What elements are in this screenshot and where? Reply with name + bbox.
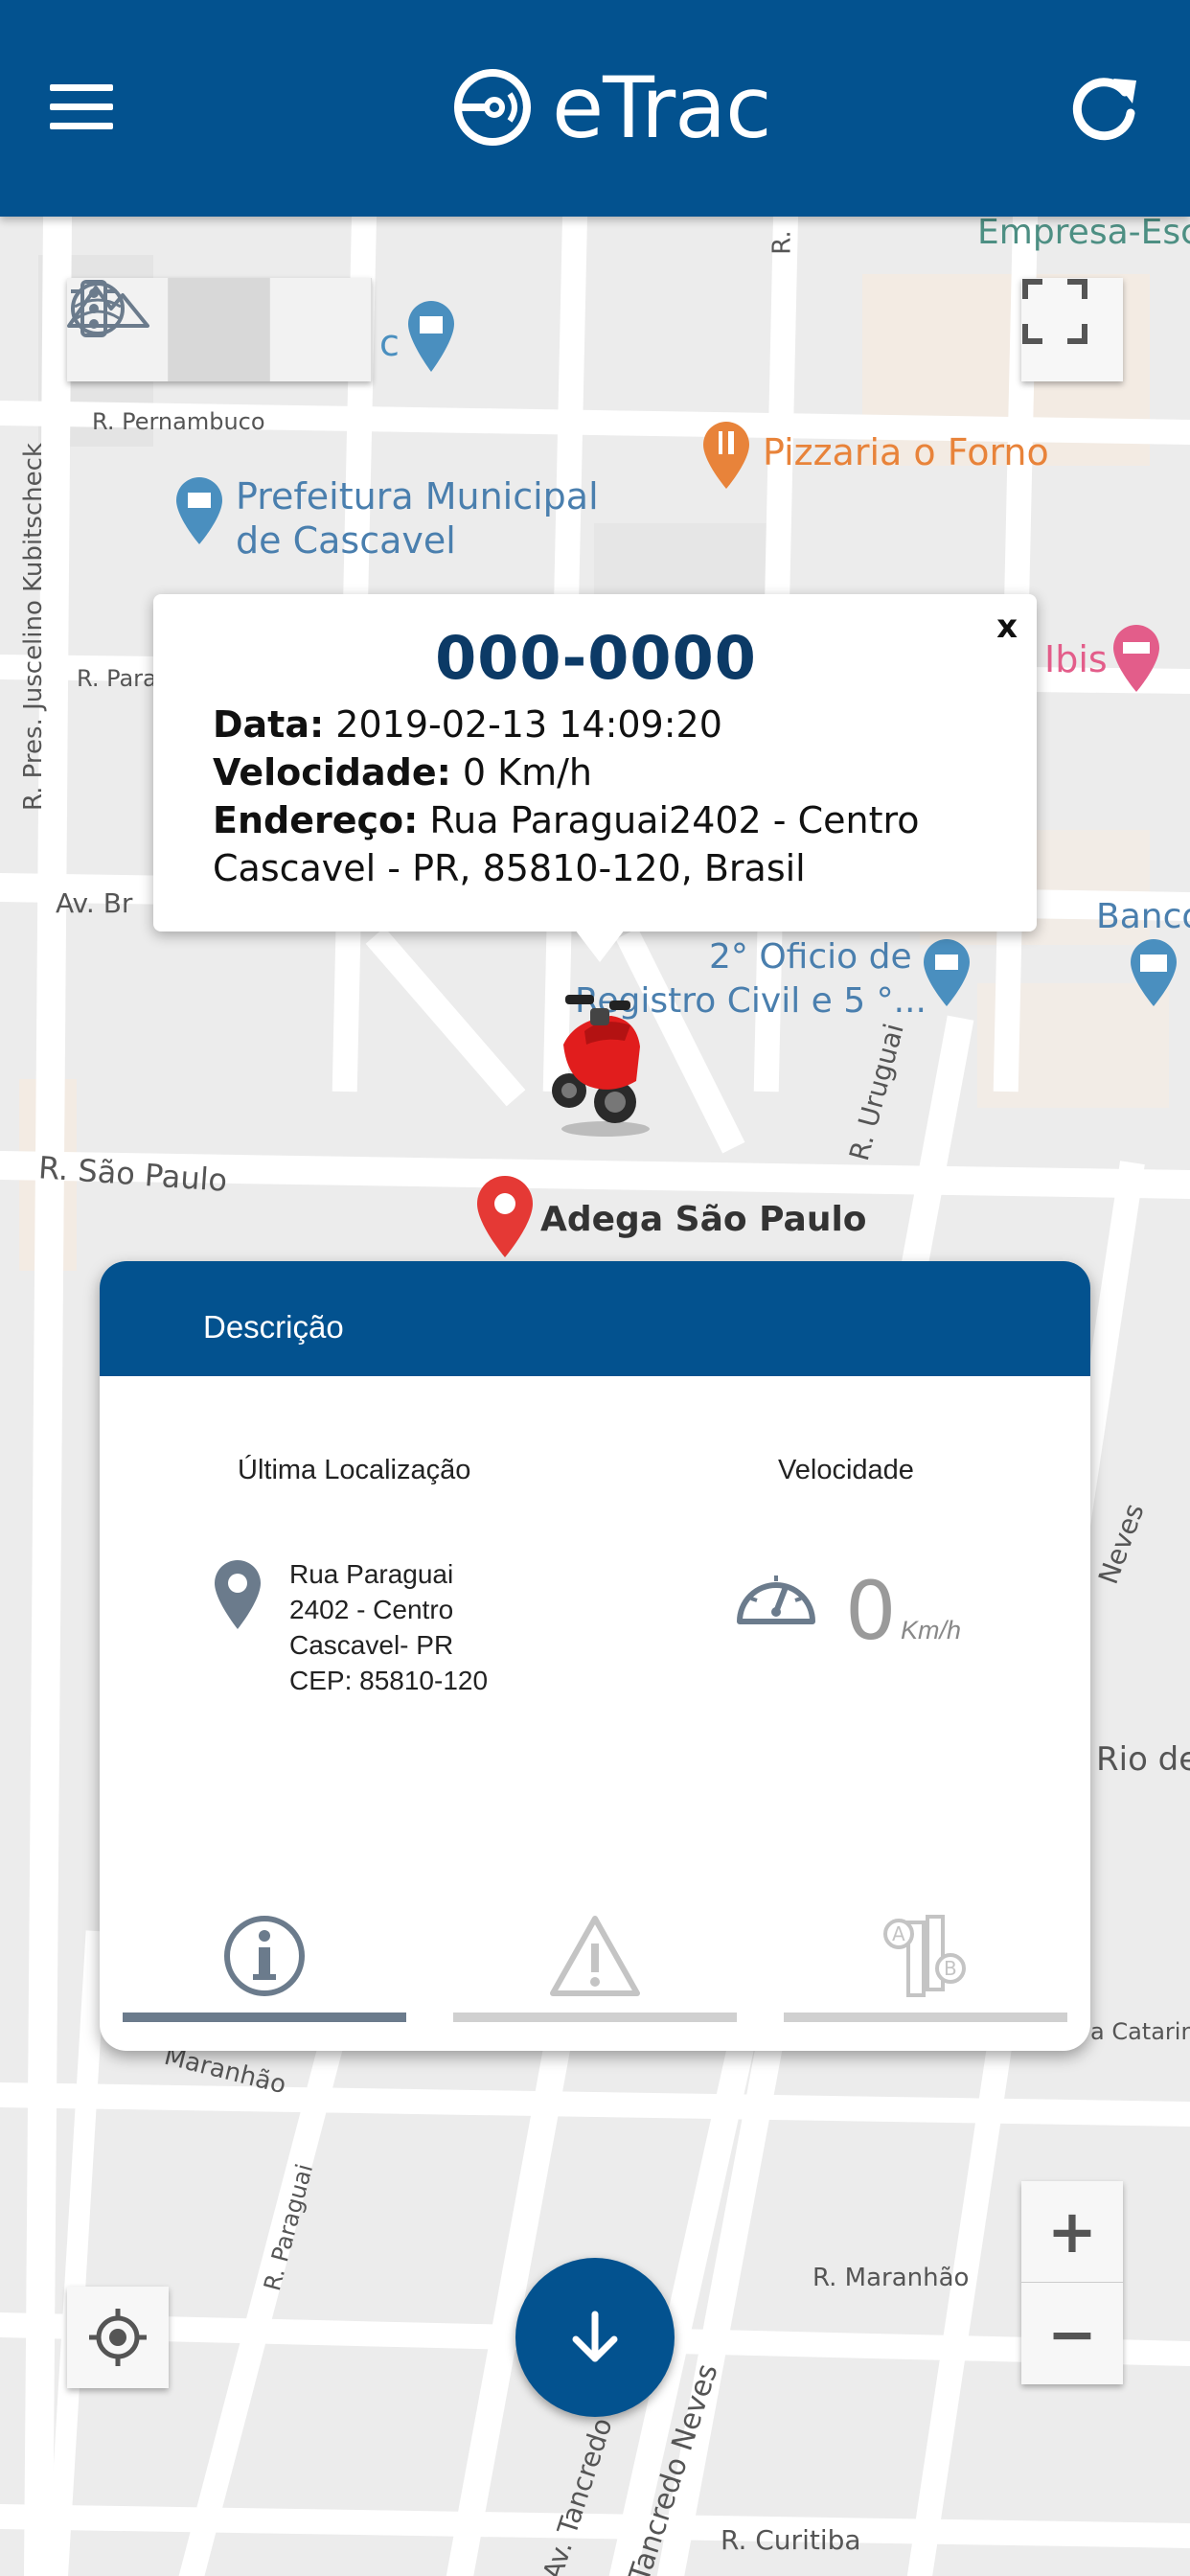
speed-value: 0 Km/h	[462, 751, 592, 794]
address-line: 2402 - Centro	[289, 1595, 454, 1624]
map-street-label: R. Pernambuco	[92, 408, 265, 435]
panel-title: Descrição	[100, 1261, 1090, 1376]
map-type-selector	[67, 278, 372, 381]
map-poi-label: Prefeitura Municipal	[236, 475, 599, 518]
svg-text:A: A	[892, 1922, 905, 1945]
government-pin-icon[interactable]	[172, 475, 226, 546]
last-location-address: Rua Paraguai 2402 - Centro Cascavel- PR …	[289, 1556, 488, 1698]
map-street-label: R. Pres. Juscelino Kubitscheck	[19, 443, 48, 811]
my-location-button[interactable]	[67, 2287, 169, 2388]
current-speed-unit: Km/h	[901, 1616, 962, 1644]
address-line: Rua Paraguai	[289, 1559, 454, 1589]
zoom-out-button[interactable]: −	[1021, 2283, 1123, 2384]
map-street-label: a Catarin	[1090, 2018, 1190, 2045]
traffic-map-button[interactable]	[71, 278, 372, 381]
app-logo: eTrac	[450, 58, 771, 157]
speedometer-icon	[737, 1576, 815, 1624]
vehicle-info-window: x 000-0000 Data: 2019-02-13 14:09:20 Vel…	[153, 594, 1037, 932]
collapse-panel-button[interactable]	[515, 2258, 675, 2417]
map-street-label: Rio de	[1096, 1740, 1190, 1779]
vehicle-plate: 000-0000	[435, 623, 757, 693]
motorcycle-marker-icon[interactable]	[537, 987, 661, 1140]
address-value-cont: Cascavel - PR, 85810-120, Brasil	[213, 847, 806, 889]
map-poi-label: Ibis	[1044, 638, 1108, 680]
map-poi-label: Pizzaria o Forno	[763, 431, 1049, 473]
map-poi-label: 2° Oficio de	[709, 937, 912, 977]
arrow-down-icon	[572, 2311, 618, 2362]
svg-text:B: B	[944, 1957, 957, 1980]
tab-alerts[interactable]	[453, 1913, 737, 2028]
traffic-light-icon	[71, 280, 117, 337]
map-street-label: R. Para	[77, 665, 157, 692]
map-street-label: R. Maranhão	[812, 2264, 970, 2292]
location-pin-icon	[215, 1560, 261, 1629]
current-speed-value: 0	[845, 1564, 897, 1658]
crosshair-icon	[89, 2309, 147, 2366]
map-poi-label: c	[379, 322, 400, 364]
speed-label: Velocidade:	[213, 751, 451, 794]
refresh-icon[interactable]	[1065, 69, 1142, 146]
tab-route[interactable]: A B	[784, 1913, 1067, 2028]
bank-pin-icon[interactable]	[1127, 937, 1180, 1008]
date-value: 2019-02-13 14:09:20	[335, 703, 722, 746]
zoom-in-button[interactable]: +	[1021, 2181, 1123, 2283]
description-panel: Descrição Última Localização Velocidade …	[100, 1261, 1090, 2051]
menu-icon[interactable]	[50, 84, 113, 132]
adega-pin-icon[interactable]	[473, 1175, 537, 1259]
restaurant-pin-icon[interactable]	[699, 420, 753, 491]
close-popup-button[interactable]: x	[996, 608, 1018, 646]
hotel-pin-icon[interactable]	[1110, 623, 1163, 694]
address-value: Rua Paraguai2402 - Centro	[429, 799, 920, 841]
map-street-label: R. Curitiba	[721, 2524, 861, 2556]
address-line: CEP: 85810-120	[289, 1666, 489, 1695]
map-street-label: Av. Br	[56, 887, 133, 919]
tab-indicator	[784, 2012, 1067, 2022]
app-title: eTrac	[552, 58, 771, 157]
shopping-pin-icon[interactable]	[402, 297, 460, 374]
route-ab-icon: A B	[883, 1915, 966, 1997]
map-street-label: R.	[767, 230, 797, 255]
address-line: Cascavel- PR	[289, 1630, 454, 1660]
tab-info[interactable]	[123, 1913, 406, 2028]
app-header: eTrac	[0, 0, 1190, 217]
date-label: Data:	[213, 703, 325, 746]
registry-pin-icon[interactable]	[920, 937, 973, 1008]
address-label: Endereço:	[213, 799, 419, 841]
map-poi-label: Empresa-Esc	[977, 217, 1190, 252]
map-poi-label: Banco	[1096, 897, 1190, 936]
map-poi-label: de Cascavel	[236, 519, 456, 562]
last-location-title: Última Localização	[238, 1455, 471, 1485]
fullscreen-icon[interactable]	[1021, 278, 1123, 381]
tab-indicator	[453, 2012, 737, 2022]
zoom-controls: + −	[1021, 2181, 1123, 2384]
speed-title: Velocidade	[778, 1455, 914, 1485]
terrain-map-button[interactable]	[67, 278, 270, 381]
popup-pointer	[575, 930, 625, 962]
map-poi-label: Adega São Paulo	[540, 1200, 867, 1239]
warning-icon	[550, 1916, 640, 1996]
info-icon	[224, 1916, 305, 1996]
tab-indicator	[123, 2012, 406, 2022]
etrac-logo-icon	[454, 69, 531, 146]
